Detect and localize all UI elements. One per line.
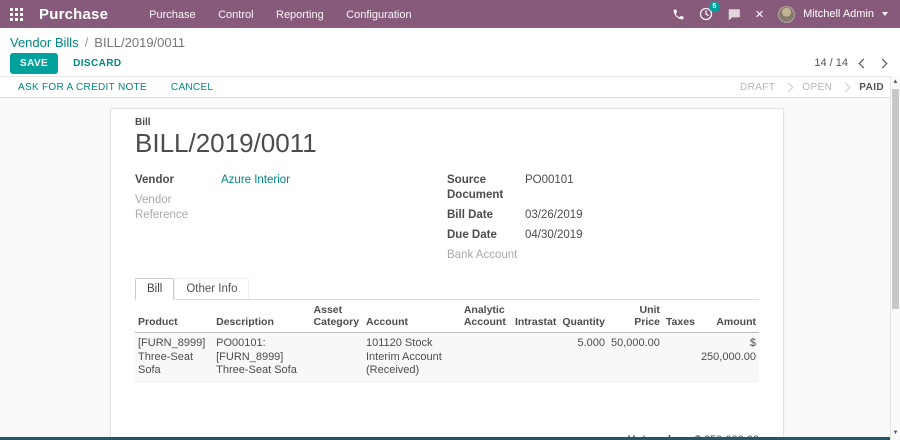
- topbar-right: 5 ✕ Mitchell Admin: [672, 2, 888, 23]
- menu-reporting[interactable]: Reporting: [267, 9, 333, 21]
- field-column-right: Source Document PO00101 Bill Date 03/26/…: [447, 173, 759, 268]
- invoice-lines-table: Product Description Asset Category Accou…: [135, 299, 759, 383]
- pager-next-icon[interactable]: [877, 58, 888, 68]
- user-menu-caret-icon[interactable]: [882, 12, 888, 16]
- top-navbar: Purchase Purchase Control Reporting Conf…: [0, 0, 900, 28]
- breadcrumb: Vendor Bills / BILL/2019/0011: [0, 28, 900, 50]
- due-date-value[interactable]: 04/30/2019: [525, 228, 583, 243]
- chevron-right-icon: [840, 82, 851, 92]
- vertical-scrollbar[interactable]: ▲ ▼: [890, 76, 900, 440]
- doc-type-label: Bill: [135, 117, 151, 128]
- messages-icon[interactable]: [727, 8, 741, 21]
- bill-sheet: Bill BILL/2019/0011 Vendor Azure Interio…: [110, 108, 784, 440]
- scrollbar-thumb[interactable]: [892, 89, 899, 309]
- cell-unit-price[interactable]: 50,000.00: [607, 332, 663, 383]
- bill-date-label: Bill Date: [447, 209, 494, 222]
- lines-header-row: Product Description Asset Category Accou…: [135, 299, 759, 334]
- user-avatar[interactable]: [778, 5, 796, 23]
- tab-bill[interactable]: Bill: [135, 277, 175, 300]
- field-bill-date: Bill Date 03/26/2019: [447, 208, 759, 223]
- cell-account[interactable]: 101120 Stock Interim Account (Received): [362, 332, 461, 383]
- user-name[interactable]: Mitchell Admin: [803, 8, 874, 20]
- close-chat-icon[interactable]: ✕: [755, 8, 764, 21]
- field-due-date: Due Date 04/30/2019: [447, 228, 759, 243]
- field-group: Vendor Azure Interior Vendor Reference S…: [135, 173, 759, 268]
- chevron-right-icon: [783, 82, 794, 92]
- status-paid[interactable]: PAID: [859, 82, 884, 93]
- source-document-label: Source Document: [447, 174, 504, 202]
- status-pipeline: DRAFT OPEN PAID: [740, 82, 884, 93]
- vendor-reference-label: Vendor Reference: [135, 194, 189, 222]
- cell-amount[interactable]: $ 250,000.00: [697, 332, 759, 383]
- scroll-up-icon[interactable]: ▲: [891, 78, 900, 87]
- vendor-value-link[interactable]: Azure Interior: [221, 173, 290, 188]
- discard-button[interactable]: DISCARD: [73, 58, 121, 69]
- cell-quantity[interactable]: 5.000: [559, 332, 608, 383]
- cell-analytic-account[interactable]: [460, 332, 512, 383]
- breadcrumb-vendor-bills[interactable]: Vendor Bills: [10, 35, 79, 50]
- field-vendor: Vendor Azure Interior: [135, 173, 447, 188]
- field-column-left: Vendor Azure Interior Vendor Reference: [135, 173, 447, 268]
- due-date-label: Due Date: [447, 229, 497, 242]
- form-view-area: Bill BILL/2019/0011 Vendor Azure Interio…: [0, 98, 900, 440]
- cell-product[interactable]: [FURN_8999] Three-Seat Sofa: [135, 332, 214, 383]
- bill-date-value[interactable]: 03/26/2019: [525, 208, 583, 223]
- ask-credit-note-button[interactable]: ASK FOR A CREDIT NOTE: [18, 82, 147, 93]
- table-row[interactable]: [FURN_8999] Three-Seat Sofa PO00101: [FU…: [135, 332, 759, 383]
- bank-account-label: Bank Account: [447, 249, 518, 262]
- doc-number-title: BILL/2019/0011: [135, 128, 317, 158]
- cell-intrastat[interactable]: [511, 332, 560, 383]
- control-panel-buttons: SAVE DISCARD 14 / 14: [0, 50, 900, 76]
- menu-configuration[interactable]: Configuration: [337, 9, 420, 21]
- cell-asset-category[interactable]: [310, 332, 363, 383]
- col-description: Description: [213, 299, 311, 334]
- activities-badge: 5: [708, 2, 720, 12]
- status-open[interactable]: OPEN: [802, 82, 832, 93]
- field-bank-account: Bank Account: [447, 248, 759, 263]
- field-source-document: Source Document PO00101: [447, 173, 759, 203]
- col-unit-price: Unit Price: [607, 299, 663, 334]
- main-menu: Purchase Control Reporting Configuration: [140, 5, 420, 23]
- col-amount: Amount: [697, 299, 759, 334]
- pager-value: 14 / 14: [814, 57, 848, 69]
- cancel-button[interactable]: CANCEL: [171, 82, 213, 93]
- tab-other-info[interactable]: Other Info: [174, 277, 250, 300]
- col-intrastat: Intrastat: [511, 299, 560, 334]
- menu-purchase[interactable]: Purchase: [140, 9, 204, 21]
- notebook-tabs: Bill Other Info: [135, 277, 759, 300]
- breadcrumb-current: BILL/2019/0011: [94, 35, 186, 50]
- col-analytic-account: Analytic Account: [460, 299, 512, 334]
- breadcrumb-separator: /: [84, 35, 89, 50]
- vendor-label: Vendor: [135, 174, 174, 187]
- field-vendor-reference: Vendor Reference: [135, 193, 447, 223]
- col-quantity: Quantity: [559, 299, 608, 334]
- phone-icon[interactable]: [672, 8, 685, 21]
- record-pager: 14 / 14: [814, 57, 888, 69]
- activities-clock-icon[interactable]: 5: [699, 2, 720, 21]
- pager-previous-icon[interactable]: [858, 58, 869, 68]
- scroll-down-icon[interactable]: ▼: [891, 429, 900, 438]
- col-taxes: Taxes: [662, 299, 698, 334]
- cell-description[interactable]: PO00101: [FURN_8999] Three-Seat Sofa: [213, 332, 311, 383]
- col-asset-category: Asset Category: [310, 299, 363, 334]
- col-product: Product: [135, 299, 214, 334]
- cell-taxes[interactable]: [662, 332, 698, 383]
- app-brand[interactable]: Purchase: [39, 6, 108, 23]
- apps-grid-icon[interactable]: [10, 7, 23, 21]
- menu-control[interactable]: Control: [209, 9, 262, 21]
- status-draft[interactable]: DRAFT: [740, 82, 775, 93]
- source-document-value[interactable]: PO00101: [525, 173, 574, 203]
- save-button[interactable]: SAVE: [10, 52, 59, 74]
- statusbar: ASK FOR A CREDIT NOTE CANCEL DRAFT OPEN …: [0, 76, 900, 98]
- col-account: Account: [362, 299, 461, 334]
